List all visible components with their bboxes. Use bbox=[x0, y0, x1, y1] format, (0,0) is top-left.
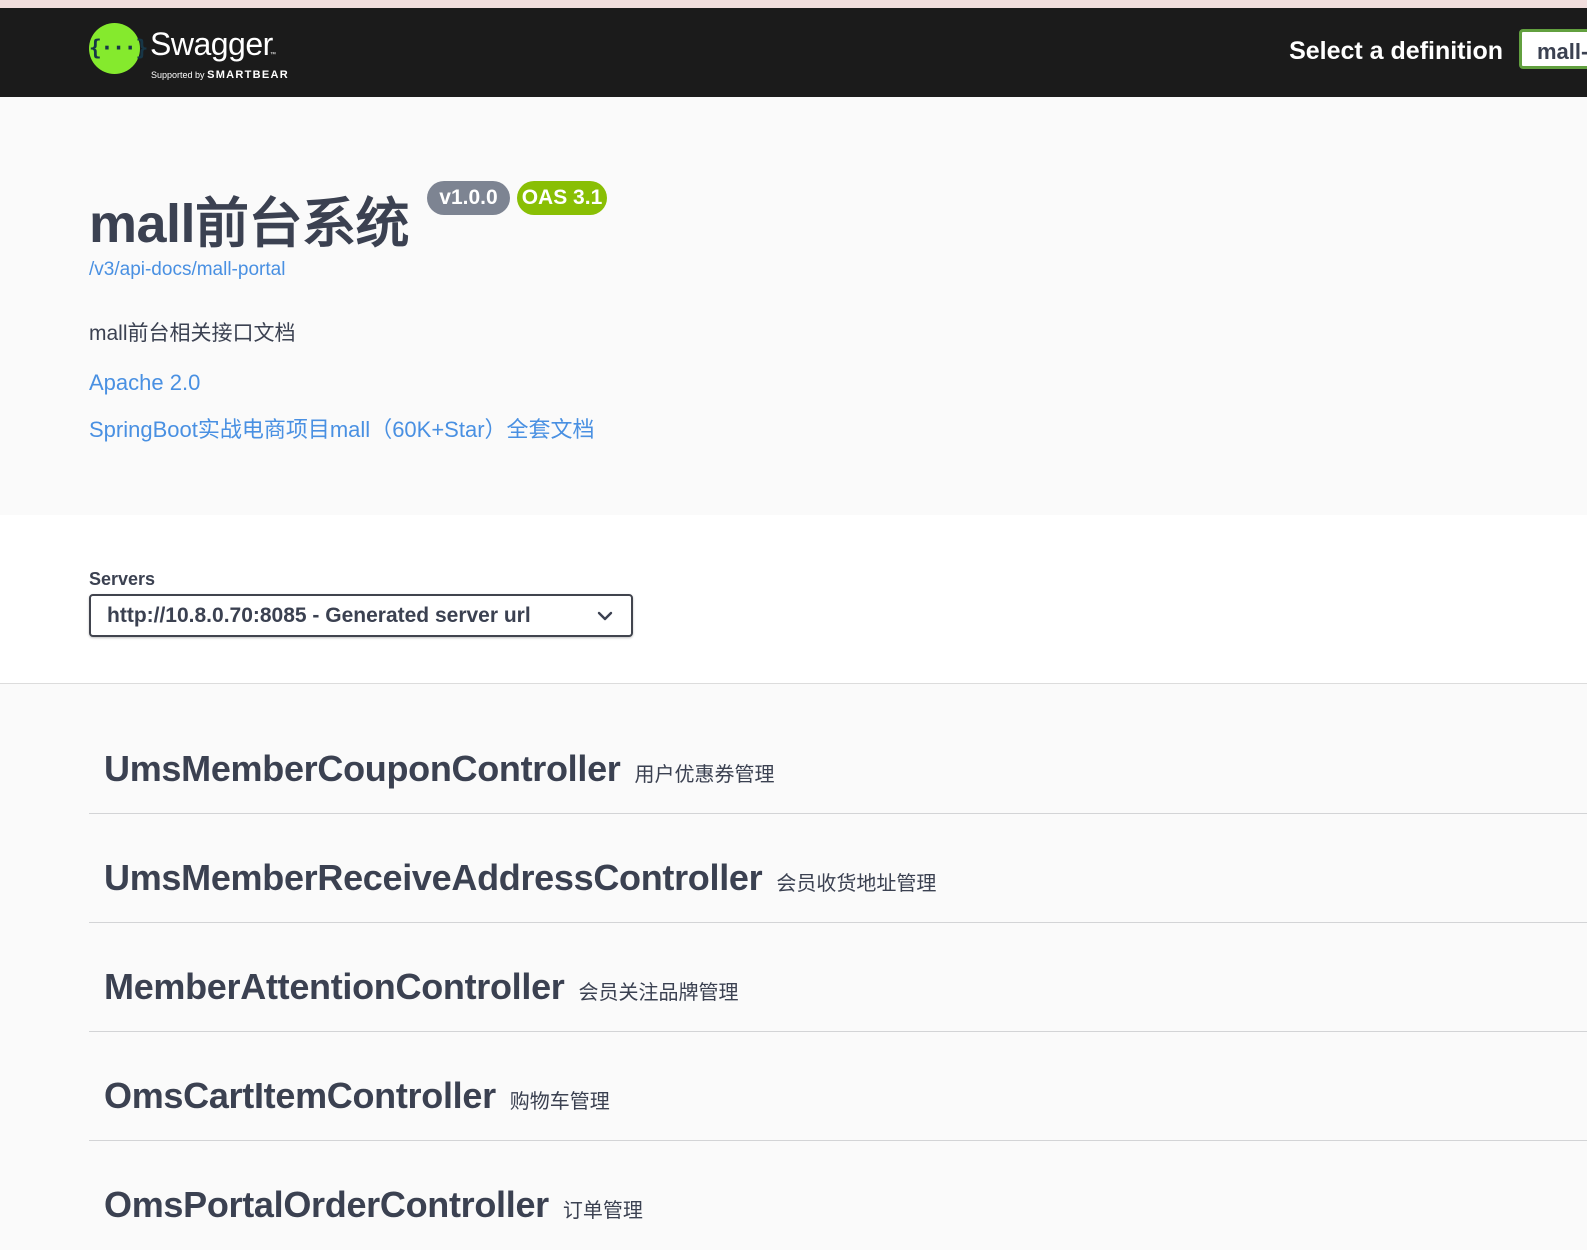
external-docs-link[interactable]: SpringBoot实战电商项目mall（60K+Star）全套文档 bbox=[89, 412, 595, 444]
servers-section: Servers http://10.8.0.70:8085 - Generate… bbox=[0, 515, 1587, 684]
servers-selected-value: http://10.8.0.70:8085 - Generated server… bbox=[107, 604, 531, 627]
supported-by-label: Supported by bbox=[151, 70, 205, 80]
tag-section-member-attention[interactable]: MemberAttentionController 会员关注品牌管理 bbox=[89, 924, 1587, 1032]
browser-top-strip bbox=[0, 0, 1587, 8]
version-badge: v1.0.0 bbox=[427, 181, 510, 215]
tag-name: UmsMemberReceiveAddressController 会员收货地址管… bbox=[104, 857, 936, 899]
swagger-logo-icon: {···} bbox=[89, 23, 148, 74]
trademark-mark: ™ bbox=[270, 52, 276, 58]
vendor-name: SMARTBEAR bbox=[207, 69, 290, 81]
tag-name: OmsPortalOrderController 订单管理 bbox=[104, 1184, 643, 1226]
swagger-topbar: {···} Swagger ™ Supported by SMARTBEAR S… bbox=[0, 8, 1587, 97]
swagger-logo[interactable]: {···} Swagger ™ Supported by SMARTBEAR bbox=[89, 22, 319, 84]
tag-section-oms-portal-order[interactable]: OmsPortalOrderController 订单管理 bbox=[89, 1142, 1587, 1250]
tag-name: MemberAttentionController 会员关注品牌管理 bbox=[104, 966, 739, 1008]
tag-title: UmsMemberReceiveAddressController bbox=[104, 857, 763, 898]
tag-title: UmsMemberCouponController bbox=[104, 748, 621, 789]
tag-section-ums-member-receive-address[interactable]: UmsMemberReceiveAddressController 会员收货地址管… bbox=[89, 815, 1587, 923]
supported-by-text: Supported by SMARTBEAR bbox=[151, 69, 289, 81]
tag-description: 购物车管理 bbox=[509, 1089, 610, 1113]
servers-label: Servers bbox=[89, 569, 156, 589]
tag-description: 用户优惠券管理 bbox=[634, 762, 775, 786]
tag-description: 会员关注品牌管理 bbox=[578, 980, 739, 1004]
oas-badge: OAS 3.1 bbox=[517, 181, 607, 215]
tag-name: UmsMemberCouponController 用户优惠券管理 bbox=[104, 748, 775, 790]
tag-description: 会员收货地址管理 bbox=[776, 871, 937, 895]
api-description: mall前台相关接口文档 bbox=[89, 322, 296, 345]
tag-section-ums-member-coupon[interactable]: UmsMemberCouponController 用户优惠券管理 bbox=[89, 706, 1587, 814]
license-link[interactable]: Apache 2.0 bbox=[89, 370, 200, 396]
chevron-down-icon bbox=[597, 611, 613, 621]
definition-select[interactable]: mall-portal bbox=[1519, 29, 1587, 69]
select-definition-label: Select a definition bbox=[1289, 37, 1503, 65]
tag-description: 订单管理 bbox=[562, 1198, 643, 1222]
tag-title: OmsPortalOrderController bbox=[104, 1184, 549, 1225]
tag-title: OmsCartItemController bbox=[104, 1075, 496, 1116]
api-docs-url-link[interactable]: /v3/api-docs/mall-portal bbox=[89, 259, 285, 281]
tag-title: MemberAttentionController bbox=[104, 966, 565, 1007]
tag-name: OmsCartItemController 购物车管理 bbox=[104, 1075, 610, 1117]
tag-section-oms-cart-item[interactable]: OmsCartItemController 购物车管理 bbox=[89, 1033, 1587, 1141]
api-title: mall前台系统 bbox=[89, 194, 410, 254]
servers-select[interactable]: http://10.8.0.70:8085 - Generated server… bbox=[89, 594, 633, 637]
swagger-brand: Swagger bbox=[150, 26, 273, 62]
